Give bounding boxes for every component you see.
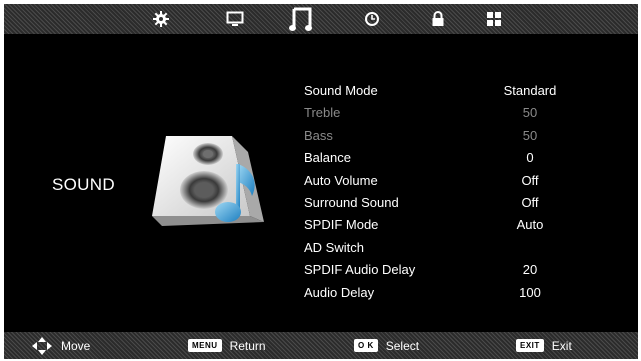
menu-row-value: Off [521,194,539,210]
menu-row-value: Auto [516,217,544,233]
clock-icon [365,12,379,26]
menu-row-value: 100 [519,284,541,300]
tab-lock[interactable] [423,6,453,32]
menu-row-balance[interactable]: Balance 0 [304,147,564,169]
menu-row-ad-switch[interactable]: AD Switch [304,237,564,259]
music-note-icon [289,7,312,31]
menu-row-sound-mode[interactable]: Sound Mode Standard [304,80,564,102]
tab-time[interactable] [357,6,387,32]
menu-row-value: Off [521,172,539,188]
monitor-icon [226,11,244,26]
tab-setup[interactable] [146,6,176,32]
menu-row-label: SPDIF Mode [304,217,379,233]
top-tab-bar [4,4,638,34]
menu-row-surround-sound[interactable]: Surround Sound Off [304,192,564,214]
menu-row-label: Audio Delay [304,284,375,300]
menu-row-value: 20 [522,262,538,278]
tab-feature[interactable] [479,6,509,32]
menu-row-treble[interactable]: Treble 50 [304,102,564,124]
speaker-icon [152,136,264,226]
hint-move: Move [32,332,90,359]
bottom-hint-bar: Move MENU Return O K Select EXIT Exit [4,332,638,359]
tv-menu-screen: SOUND Sound Mode Standard Treble 50 Bass… [4,4,638,359]
tab-sound[interactable] [286,4,316,34]
menu-row-label: Sound Mode [304,83,378,98]
hint-select-label: Select [385,338,420,353]
menu-row-label: Auto Volume [304,172,378,188]
sound-settings-menu: Sound Mode Standard Treble 50 Bass 50 Ba… [304,80,564,304]
menu-row-audio-delay[interactable]: Audio Delay 100 [304,282,564,304]
menu-row-label: AD Switch [304,239,364,255]
menu-row-label: Surround Sound [304,194,399,210]
exit-key: EXIT [516,339,544,352]
hint-move-label: Move [61,338,91,353]
menu-row-value: 50 [522,105,538,121]
menu-row-value: 50 [522,127,538,143]
menu-row-auto-volume[interactable]: Auto Volume Off [304,170,564,192]
menu-row-spdif-mode[interactable]: SPDIF Mode Auto [304,214,564,236]
menu-row-spdif-audio-delay[interactable]: SPDIF Audio Delay 20 [304,259,564,281]
menu-row-label: Bass [304,127,333,143]
hint-exit: EXIT Exit [516,332,572,359]
tab-picture[interactable] [220,6,250,32]
hint-return: MENU Return [188,332,266,359]
menu-row-label: SPDIF Audio Delay [304,262,416,278]
gear-icon [153,11,169,27]
lock-icon [432,11,444,26]
hint-exit-label: Exit [551,338,572,353]
grid-icon [487,12,501,26]
menu-row-value: 0 [526,150,534,166]
menu-key: MENU [188,339,222,352]
hint-return-label: Return [229,338,266,353]
menu-row-label: Treble [304,105,341,121]
menu-row-bass[interactable]: Bass 50 [304,125,564,147]
section-title: SOUND [52,175,115,194]
directional-arrows-icon [32,336,52,355]
menu-row-value: Standard [503,83,557,98]
hint-select: O K Select [354,332,419,359]
ok-key: O K [354,339,378,352]
menu-row-label: Balance [304,150,351,166]
